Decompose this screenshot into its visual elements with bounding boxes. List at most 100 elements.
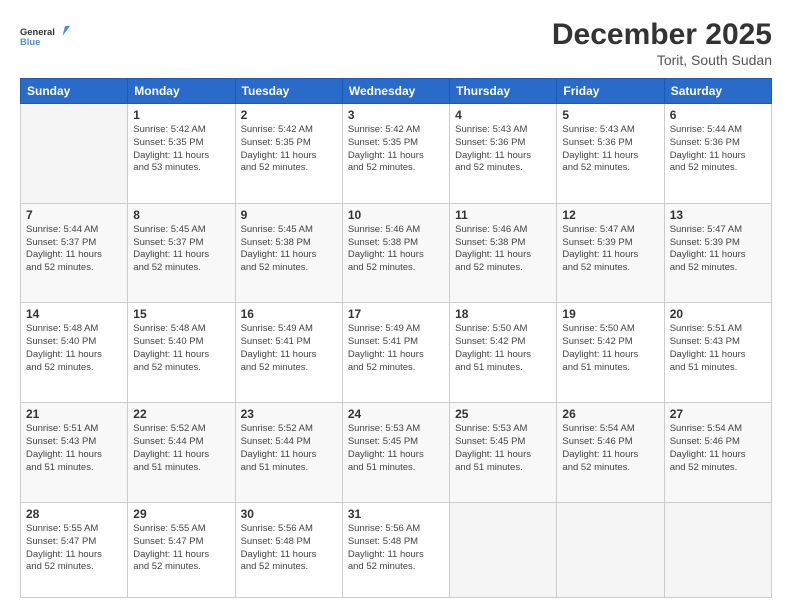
calendar-cell	[21, 104, 128, 204]
calendar-cell: 16 Sunrise: 5:49 AMSunset: 5:41 PMDayligh…	[235, 303, 342, 403]
day-info: Sunrise: 5:55 AMSunset: 5:47 PMDaylight:…	[133, 523, 229, 574]
day-number: 16	[241, 307, 337, 321]
header: General Blue December 2025 Torit, South …	[20, 18, 772, 68]
day-number: 30	[241, 507, 337, 521]
day-info: Sunrise: 5:43 AMSunset: 5:36 PMDaylight:…	[455, 124, 551, 175]
day-info: Sunrise: 5:53 AMSunset: 5:45 PMDaylight:…	[455, 423, 551, 474]
day-number: 17	[348, 307, 444, 321]
calendar-cell: 11 Sunrise: 5:46 AMSunset: 5:38 PMDayligh…	[450, 203, 557, 303]
day-number: 5	[562, 108, 658, 122]
day-number: 22	[133, 407, 229, 421]
calendar-cell: 22 Sunrise: 5:52 AMSunset: 5:44 PMDayligh…	[128, 403, 235, 503]
day-number: 9	[241, 208, 337, 222]
day-info: Sunrise: 5:45 AMSunset: 5:37 PMDaylight:…	[133, 224, 229, 275]
day-info: Sunrise: 5:42 AMSunset: 5:35 PMDaylight:…	[348, 124, 444, 175]
calendar-cell: 9 Sunrise: 5:45 AMSunset: 5:38 PMDaylight…	[235, 203, 342, 303]
day-number: 26	[562, 407, 658, 421]
calendar-cell	[557, 502, 664, 597]
day-number: 24	[348, 407, 444, 421]
calendar-cell: 15Sunrise: 5:48 AMSunset: 5:40 PMDayligh…	[128, 303, 235, 403]
day-number: 11	[455, 208, 551, 222]
day-info: Sunrise: 5:49 AMSunset: 5:41 PMDaylight:…	[241, 323, 337, 374]
day-info: Sunrise: 5:50 AMSunset: 5:42 PMDaylight:…	[455, 323, 551, 374]
calendar-header-row: SundayMondayTuesdayWednesdayThursdayFrid…	[21, 79, 772, 104]
day-number: 23	[241, 407, 337, 421]
title-section: December 2025 Torit, South Sudan	[552, 18, 772, 68]
day-info: Sunrise: 5:43 AMSunset: 5:36 PMDaylight:…	[562, 124, 658, 175]
calendar-table: SundayMondayTuesdayWednesdayThursdayFrid…	[20, 78, 772, 598]
day-number: 18	[455, 307, 551, 321]
day-number: 7	[26, 208, 122, 222]
day-info: Sunrise: 5:42 AMSunset: 5:35 PMDaylight:…	[241, 124, 337, 175]
calendar-cell: 27Sunrise: 5:54 AMSunset: 5:46 PMDayligh…	[664, 403, 771, 503]
day-number: 6	[670, 108, 766, 122]
day-info: Sunrise: 5:52 AMSunset: 5:44 PMDaylight:…	[241, 423, 337, 474]
day-info: Sunrise: 5:42 AMSunset: 5:35 PMDaylight:…	[133, 124, 229, 175]
page: General Blue December 2025 Torit, South …	[0, 0, 792, 612]
calendar-cell: 18 Sunrise: 5:50 AMSunset: 5:42 PMDayligh…	[450, 303, 557, 403]
day-info: Sunrise: 5:46 AMSunset: 5:38 PMDaylight:…	[348, 224, 444, 275]
calendar-cell: 12 Sunrise: 5:47 AMSunset: 5:39 PMDayligh…	[557, 203, 664, 303]
day-number: 29	[133, 507, 229, 521]
column-header-friday: Friday	[557, 79, 664, 104]
day-info: Sunrise: 5:47 AMSunset: 5:39 PMDaylight:…	[562, 224, 658, 275]
calendar-cell: 28Sunrise: 5:55 AMSunset: 5:47 PMDayligh…	[21, 502, 128, 597]
day-info: Sunrise: 5:56 AMSunset: 5:48 PMDaylight:…	[348, 523, 444, 574]
calendar-cell: 6 Sunrise: 5:44 AMSunset: 5:36 PMDaylight…	[664, 104, 771, 204]
calendar-cell: 19 Sunrise: 5:50 AMSunset: 5:42 PMDayligh…	[557, 303, 664, 403]
day-info: Sunrise: 5:50 AMSunset: 5:42 PMDaylight:…	[562, 323, 658, 374]
day-number: 4	[455, 108, 551, 122]
day-info: Sunrise: 5:45 AMSunset: 5:38 PMDaylight:…	[241, 224, 337, 275]
calendar-cell: 20Sunrise: 5:51 AMSunset: 5:43 PMDayligh…	[664, 303, 771, 403]
day-number: 1	[133, 108, 229, 122]
calendar-cell: 8 Sunrise: 5:45 AMSunset: 5:37 PMDaylight…	[128, 203, 235, 303]
column-header-sunday: Sunday	[21, 79, 128, 104]
calendar-cell: 23 Sunrise: 5:52 AMSunset: 5:44 PMDayligh…	[235, 403, 342, 503]
month-title: December 2025	[552, 18, 772, 52]
day-info: Sunrise: 5:52 AMSunset: 5:44 PMDaylight:…	[133, 423, 229, 474]
day-number: 10	[348, 208, 444, 222]
day-info: Sunrise: 5:53 AMSunset: 5:45 PMDaylight:…	[348, 423, 444, 474]
calendar-cell: 2Sunrise: 5:42 AMSunset: 5:35 PMDaylight…	[235, 104, 342, 204]
calendar-cell: 24 Sunrise: 5:53 AMSunset: 5:45 PMDayligh…	[342, 403, 449, 503]
calendar-cell: 5 Sunrise: 5:43 AMSunset: 5:36 PMDaylight…	[557, 104, 664, 204]
logo: General Blue	[20, 18, 70, 54]
day-info: Sunrise: 5:55 AMSunset: 5:47 PMDaylight:…	[26, 523, 122, 574]
location-title: Torit, South Sudan	[552, 52, 772, 68]
calendar-cell: 4 Sunrise: 5:43 AMSunset: 5:36 PMDaylight…	[450, 104, 557, 204]
calendar-cell: 1 Sunrise: 5:42 AMSunset: 5:35 PMDaylight…	[128, 104, 235, 204]
day-info: Sunrise: 5:48 AMSunset: 5:40 PMDaylight:…	[133, 323, 229, 374]
calendar-cell: 14 Sunrise: 5:48 AMSunset: 5:40 PMDayligh…	[21, 303, 128, 403]
calendar-cell: 31 Sunrise: 5:56 AMSunset: 5:48 PMDayligh…	[342, 502, 449, 597]
calendar-cell	[664, 502, 771, 597]
day-number: 8	[133, 208, 229, 222]
calendar-cell: 21Sunrise: 5:51 AMSunset: 5:43 PMDayligh…	[21, 403, 128, 503]
column-header-saturday: Saturday	[664, 79, 771, 104]
svg-text:Blue: Blue	[20, 37, 40, 47]
day-info: Sunrise: 5:44 AMSunset: 5:36 PMDaylight:…	[670, 124, 766, 175]
day-info: Sunrise: 5:51 AMSunset: 5:43 PMDaylight:…	[670, 323, 766, 374]
day-number: 13	[670, 208, 766, 222]
svg-text:General: General	[20, 27, 55, 37]
logo-svg: General Blue	[20, 18, 70, 54]
calendar-cell: 25 Sunrise: 5:53 AMSunset: 5:45 PMDayligh…	[450, 403, 557, 503]
calendar-cell: 7 Sunrise: 5:44 AMSunset: 5:37 PMDaylight…	[21, 203, 128, 303]
day-info: Sunrise: 5:49 AMSunset: 5:41 PMDaylight:…	[348, 323, 444, 374]
calendar-cell: 26 Sunrise: 5:54 AMSunset: 5:46 PMDayligh…	[557, 403, 664, 503]
calendar-cell	[450, 502, 557, 597]
day-number: 19	[562, 307, 658, 321]
day-info: Sunrise: 5:56 AMSunset: 5:48 PMDaylight:…	[241, 523, 337, 574]
day-number: 3	[348, 108, 444, 122]
day-info: Sunrise: 5:51 AMSunset: 5:43 PMDaylight:…	[26, 423, 122, 474]
column-header-tuesday: Tuesday	[235, 79, 342, 104]
day-info: Sunrise: 5:54 AMSunset: 5:46 PMDaylight:…	[562, 423, 658, 474]
day-number: 25	[455, 407, 551, 421]
day-number: 14	[26, 307, 122, 321]
day-info: Sunrise: 5:44 AMSunset: 5:37 PMDaylight:…	[26, 224, 122, 275]
day-number: 12	[562, 208, 658, 222]
day-number: 31	[348, 507, 444, 521]
column-header-wednesday: Wednesday	[342, 79, 449, 104]
day-info: Sunrise: 5:48 AMSunset: 5:40 PMDaylight:…	[26, 323, 122, 374]
day-info: Sunrise: 5:46 AMSunset: 5:38 PMDaylight:…	[455, 224, 551, 275]
column-header-thursday: Thursday	[450, 79, 557, 104]
